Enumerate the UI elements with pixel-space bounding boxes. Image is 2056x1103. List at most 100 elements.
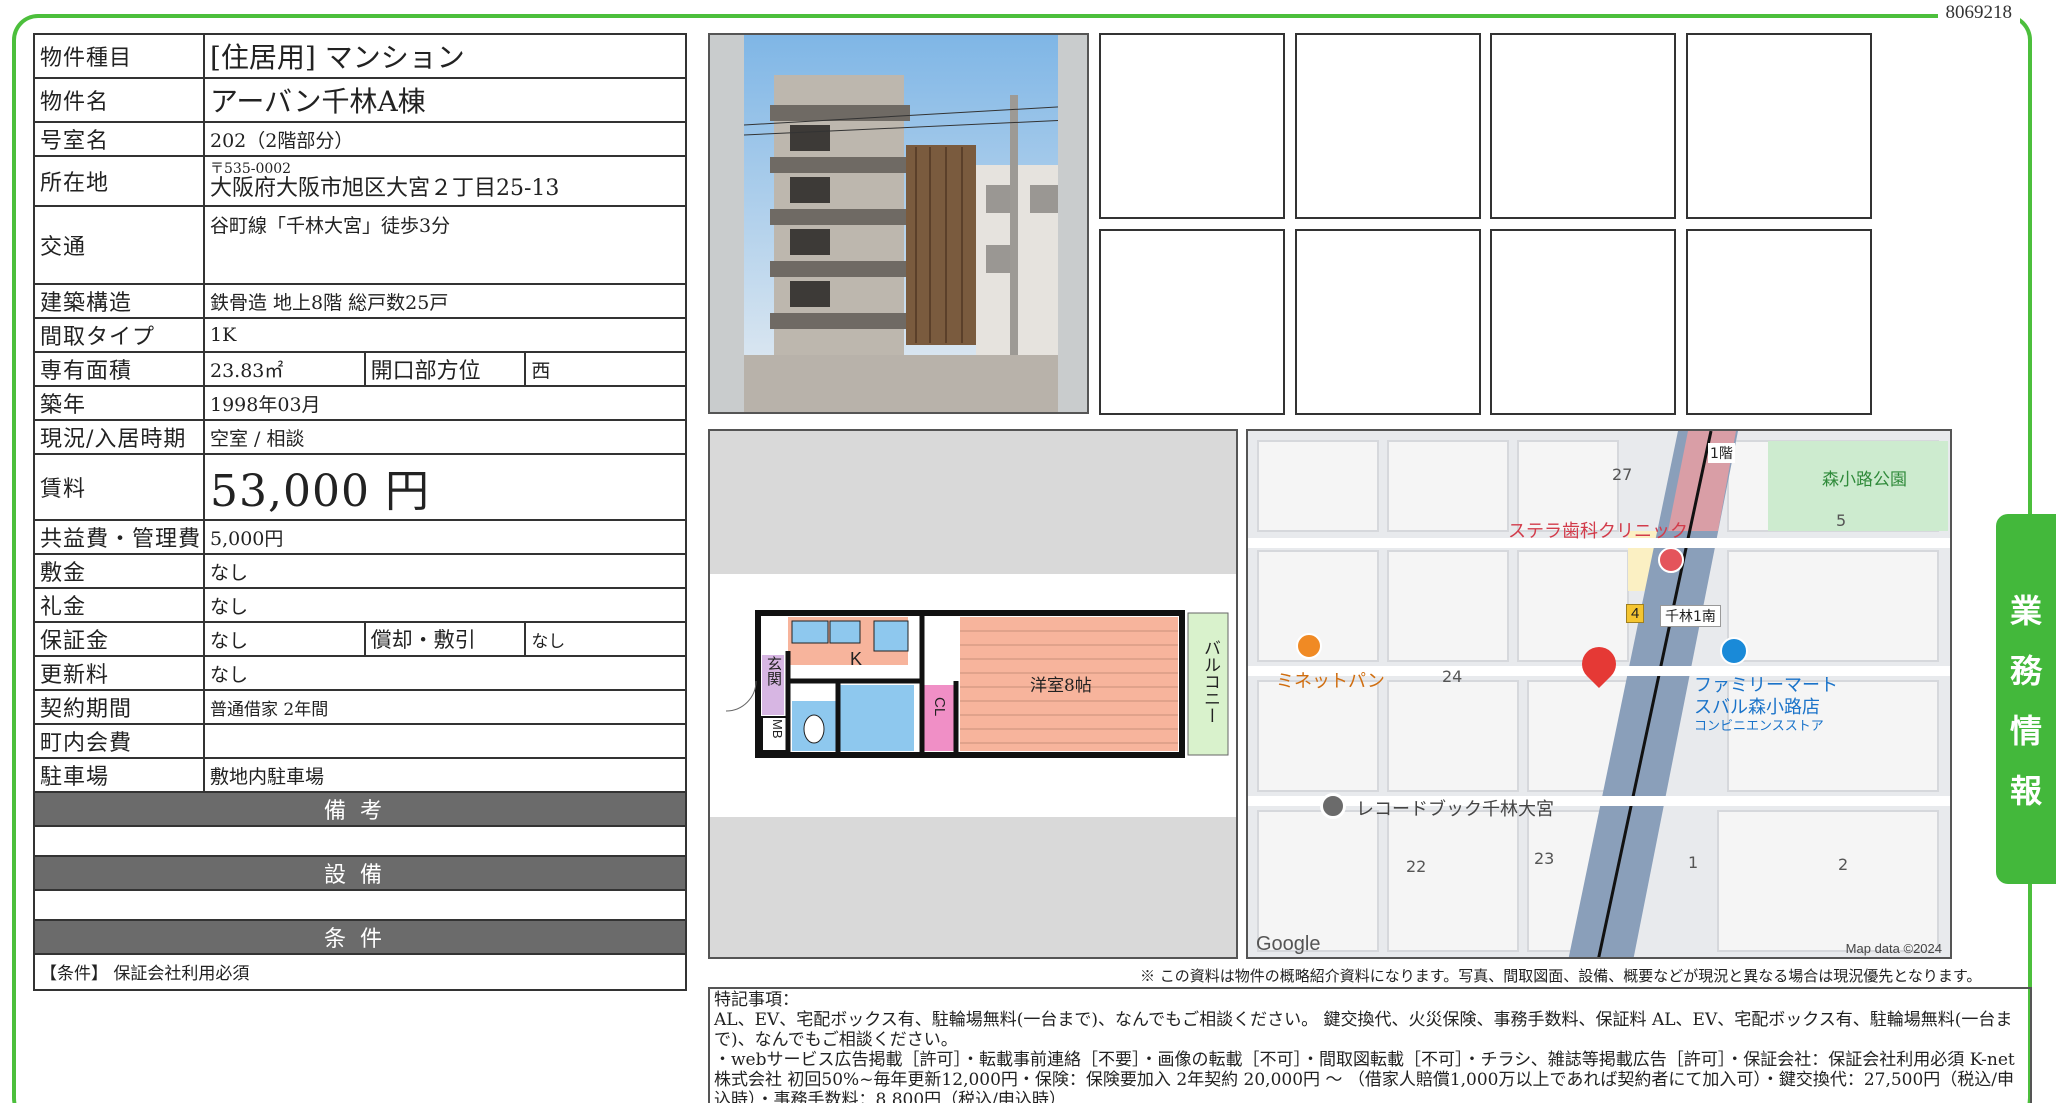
side-tab-char-4: 報 bbox=[2009, 772, 2042, 810]
map-block-27: 27 bbox=[1612, 465, 1633, 484]
key-money-label: 礼金 bbox=[33, 587, 205, 623]
floor-plan-balcony-label: バルコニー bbox=[1200, 639, 1220, 724]
type-value: [住居用] マンション bbox=[203, 33, 687, 79]
clinic-pin-icon[interactable] bbox=[1658, 547, 1684, 573]
disclaimer: ※ この資料は物件の概略紹介資料になります。写真、間取図面、設備、概要などが現況… bbox=[1140, 967, 1982, 985]
map-base bbox=[1248, 431, 1950, 957]
bakery-pin-icon[interactable] bbox=[1296, 633, 1322, 659]
business-info-tab[interactable]: 業 務 情 報 bbox=[1996, 514, 2056, 884]
location-map[interactable]: 4 千林1南 1階 森小路公園 ステラ歯科クリニック ミネットパン レコードブッ… bbox=[1246, 429, 1952, 959]
property-info-table: 物件種目 [住居用] マンション 物件名 アーバン千林A棟 号室名 202（2階… bbox=[33, 33, 687, 991]
map-copyright: Map data ©2024 bbox=[1845, 941, 1942, 956]
structure-value: 鉄骨造 地上8階 総戸数25戸 bbox=[203, 283, 687, 319]
map-bakery-label: ミネットパン bbox=[1276, 671, 1385, 692]
conditions-header: 条件 bbox=[33, 919, 687, 955]
thumbnail-1 bbox=[1099, 33, 1285, 219]
side-tab-char-2: 務 bbox=[2009, 652, 2042, 690]
association-value bbox=[203, 723, 687, 759]
thumbnail-3 bbox=[1490, 33, 1676, 219]
notes-title: 特記事項： bbox=[714, 990, 799, 1010]
address-label: 所在地 bbox=[33, 155, 205, 207]
map-route-badge: 4 bbox=[1626, 604, 1645, 623]
equipment-header: 設備 bbox=[33, 855, 687, 891]
renewal-value: なし bbox=[203, 655, 687, 691]
convenience-store-pin-icon[interactable] bbox=[1720, 637, 1748, 665]
map-bookstore-label: レコードブック千林大宮 bbox=[1356, 799, 1554, 820]
guarantee-label: 保証金 bbox=[33, 621, 205, 657]
room-label: 号室名 bbox=[33, 121, 205, 157]
amortization-label: 償却・敷引 bbox=[363, 621, 527, 657]
area-label: 専有面積 bbox=[33, 351, 205, 387]
side-tab-char-1: 業 bbox=[2009, 592, 2042, 630]
structure-label: 建築構造 bbox=[33, 283, 205, 319]
thumbnail-7 bbox=[1490, 229, 1676, 415]
map-station-exit-label: 1階 bbox=[1708, 443, 1735, 463]
contract-label: 契約期間 bbox=[33, 689, 205, 725]
key-money-value: なし bbox=[203, 587, 687, 623]
map-block-2: 2 bbox=[1838, 855, 1849, 874]
address-value: 大阪府大阪市旭区大宮２丁目25-13 bbox=[210, 175, 560, 201]
building-photo-illustration bbox=[710, 35, 1087, 412]
document-id: 8069218 bbox=[1937, 2, 2020, 24]
notes-line-2: ・webサービス広告掲載［許可］・転載事前連絡［不要］・画像の転載［不可］・間取… bbox=[714, 1050, 2015, 1103]
access-label: 交通 bbox=[33, 205, 205, 285]
common-fee-label: 共益費・管理費 bbox=[33, 519, 205, 555]
map-block-1: 1 bbox=[1688, 853, 1699, 872]
map-block-5: 5 bbox=[1836, 511, 1847, 530]
guarantee-value: なし bbox=[203, 621, 366, 657]
parking-label: 駐車場 bbox=[33, 757, 205, 793]
bookstore-pin-icon[interactable] bbox=[1320, 793, 1346, 819]
floor-plan-room-label: 洋室8帖 bbox=[1030, 676, 1092, 696]
access-value: 谷町線「千林大宮」徒歩3分 bbox=[203, 205, 687, 285]
address-cell: 〒535-0002 大阪府大阪市旭区大宮２丁目25-13 bbox=[203, 155, 687, 207]
type-label: 物件種目 bbox=[33, 33, 205, 79]
parking-value: 敷地内駐車場 bbox=[203, 757, 687, 793]
floor-plan-entrance-label: 玄関 bbox=[765, 656, 783, 686]
floor-plan-kitchen-label: K bbox=[850, 649, 863, 669]
built-label: 築年 bbox=[33, 385, 205, 421]
map-block-24: 24 bbox=[1442, 667, 1463, 686]
thumbnail-6 bbox=[1295, 229, 1481, 415]
built-value: 1998年03月 bbox=[203, 385, 687, 421]
map-block-23: 23 bbox=[1534, 849, 1555, 868]
name-value: アーバン千林A棟 bbox=[203, 77, 687, 123]
floor-plan: 玄関 K 洋室8帖 CL MB バルコニー bbox=[708, 429, 1238, 959]
special-notes: 特記事項： AL、EV、宅配ボックス有、駐輪場無料(一台まで)、なんでもご相談く… bbox=[708, 987, 2032, 1103]
common-fee-value: 5,000円 bbox=[203, 519, 687, 555]
layout-value: 1K bbox=[203, 317, 687, 353]
side-tab-char-3: 情 bbox=[2009, 712, 2042, 750]
thumbnail-2 bbox=[1295, 33, 1481, 219]
equipment-body bbox=[33, 889, 687, 921]
deposit-value: なし bbox=[203, 553, 687, 589]
closet-area bbox=[924, 685, 954, 751]
map-google-logo: Google bbox=[1256, 933, 1321, 955]
deposit-label: 敷金 bbox=[33, 553, 205, 589]
amortization-value: なし bbox=[524, 621, 687, 657]
conditions-value: 【条件】 保証会社利用必須 bbox=[33, 953, 687, 991]
thumbnail-8 bbox=[1686, 229, 1872, 415]
bath-area bbox=[840, 685, 914, 751]
postal-code: 〒535-0002 bbox=[210, 160, 292, 177]
remarks-header: 備考 bbox=[33, 791, 687, 827]
thumbnail-5 bbox=[1099, 229, 1285, 415]
map-clinic-label: ステラ歯科クリニック bbox=[1508, 521, 1688, 542]
renewal-label: 更新料 bbox=[33, 655, 205, 691]
direction-value: 西 bbox=[524, 351, 687, 387]
layout-label: 間取タイプ bbox=[33, 317, 205, 353]
status-label: 現況/入居時期 bbox=[33, 419, 205, 455]
name-label: 物件名 bbox=[33, 77, 205, 123]
status-value: 空室 / 相談 bbox=[203, 419, 687, 455]
association-label: 町内会費 bbox=[33, 723, 205, 759]
rent-label: 賃料 bbox=[33, 453, 205, 521]
floor-plan-mb-label: MB bbox=[770, 719, 785, 739]
map-block-22: 22 bbox=[1406, 857, 1427, 876]
thumbnail-4 bbox=[1686, 33, 1872, 219]
notes-line-1: AL、EV、宅配ボックス有、駐輪場無料(一台まで)、なんでもご相談ください。 鍵… bbox=[714, 1010, 2013, 1050]
building-photo bbox=[708, 33, 1089, 414]
contract-value: 普通借家 2年間 bbox=[203, 689, 687, 725]
map-intersection-label: 千林1南 bbox=[1660, 605, 1721, 627]
map-store-label-3: コンビニエンスストア bbox=[1694, 719, 1824, 734]
floor-plan-drawing bbox=[725, 610, 1229, 758]
room-value: 202（2階部分） bbox=[203, 121, 687, 157]
remarks-body bbox=[33, 825, 687, 857]
